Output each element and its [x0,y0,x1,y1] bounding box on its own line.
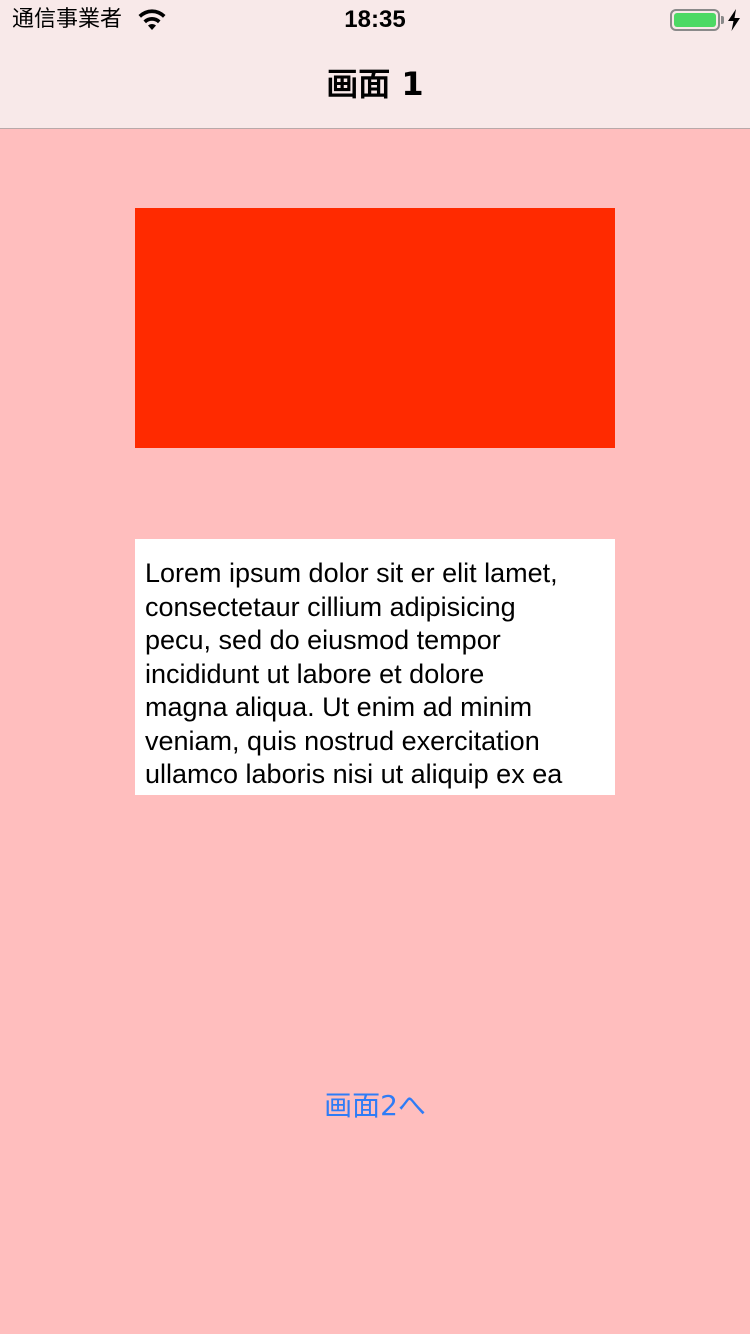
text-view[interactable]: Lorem ipsum dolor sit er elit lamet, con… [135,539,615,795]
status-time: 18:35 [344,6,406,33]
page-title: 画面 1 [326,65,424,103]
go-to-screen-2-button[interactable]: 画面2へ [0,1088,750,1124]
battery-cap [721,16,724,24]
status-bar: 通信事業者 18:35 [0,0,750,40]
navigation-bar: 画面 1 [0,40,750,129]
battery-level-fill [674,13,716,27]
charging-bolt-icon [728,9,740,31]
text-view-content: Lorem ipsum dolor sit er elit lamet, con… [145,558,563,789]
battery-icon [670,9,720,31]
red-rectangle-view [135,208,615,448]
